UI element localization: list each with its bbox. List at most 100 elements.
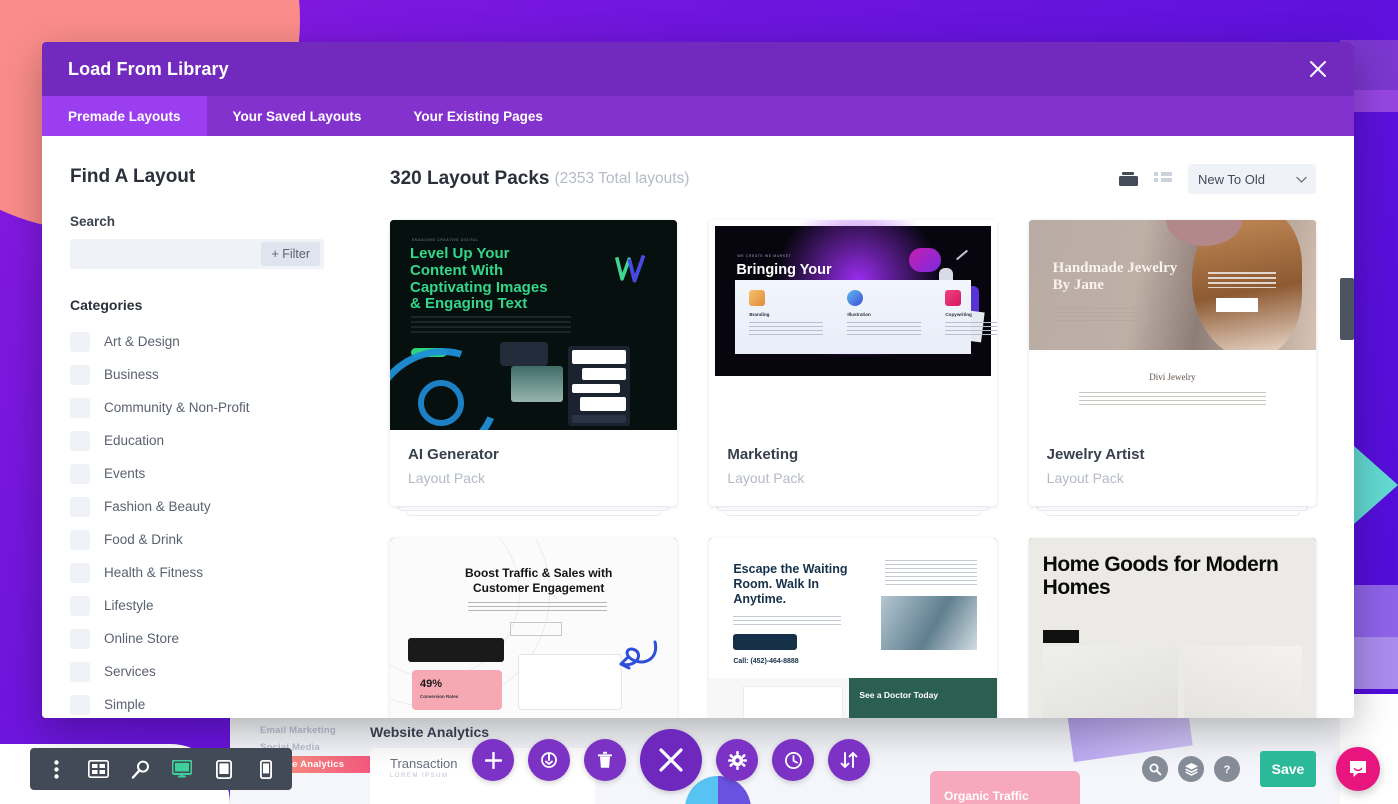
list-view-icon[interactable]: [1154, 172, 1172, 186]
editor-utility-buttons: ? Save: [1142, 747, 1380, 791]
category-checkbox[interactable]: [70, 430, 90, 451]
category-checkbox[interactable]: [70, 529, 90, 550]
sort-icon[interactable]: [828, 739, 870, 781]
layout-pack-card[interactable]: ENGAGING CREATIVE DIGITAL Level Up Your …: [390, 220, 678, 516]
history-icon[interactable]: [772, 739, 814, 781]
layout-pack-card[interactable]: Home Goods for Modern Homes: [1028, 538, 1316, 718]
categories-list: Art & Design Business Community & Non-Pr…: [70, 325, 324, 718]
category-label: Art & Design: [104, 334, 180, 349]
layout-pack-card[interactable]: Handmade Jewelry By Jane Divi Jewelry Je…: [1028, 220, 1316, 516]
save-button[interactable]: Save: [1260, 751, 1316, 787]
phone-view-icon[interactable]: [246, 748, 286, 790]
thumb-feature-body: [749, 322, 824, 338]
tablet-view-icon[interactable]: [204, 748, 244, 790]
category-label: Lifestyle: [104, 598, 154, 613]
thumb-phone: Call: (452)-464-8888: [733, 658, 799, 665]
power-icon[interactable]: [528, 739, 570, 781]
category-checkbox[interactable]: [70, 661, 90, 682]
chat-bubble-icon[interactable]: [1336, 747, 1380, 791]
zoom-out-icon[interactable]: [120, 748, 160, 790]
category-checkbox[interactable]: [70, 331, 90, 352]
layout-pack-card[interactable]: Boost Traffic & Sales with Customer Enga…: [390, 538, 678, 718]
thumb-blurb: [1078, 392, 1266, 408]
category-item[interactable]: Fashion & Beauty: [70, 490, 324, 523]
modal-title: Load From Library: [68, 58, 229, 79]
categories-heading: Categories: [70, 297, 143, 313]
sidebar-heading: Find A Layout: [70, 166, 196, 187]
thumb-kicker: WE CREATE WE MARKET: [737, 254, 792, 258]
layout-pack-card[interactable]: Escape the Waiting Room. Walk In Anytime…: [709, 538, 997, 718]
category-checkbox[interactable]: [70, 628, 90, 649]
trash-icon[interactable]: [584, 739, 626, 781]
results-header: 320 Layout Packs (2353 Total layouts) Ne…: [390, 164, 1316, 194]
layout-pack-card[interactable]: WE CREATE WE MARKET Bringing Your Vision…: [709, 220, 997, 516]
folder-grid-icon[interactable]: [1119, 171, 1138, 187]
card-thumbnail: Boost Traffic & Sales with Customer Enga…: [390, 538, 678, 718]
filter-sidebar: Find A Layout Search + Filter Categories…: [42, 136, 352, 718]
category-label: Business: [104, 367, 159, 382]
category-checkbox[interactable]: [70, 694, 90, 715]
search-field-wrapper: + Filter: [70, 239, 324, 269]
thumb-feature-title: Branding: [749, 312, 770, 317]
category-item[interactable]: Simple: [70, 688, 324, 718]
category-item[interactable]: Food & Drink: [70, 523, 324, 556]
search-icon[interactable]: [1142, 756, 1168, 782]
thumb-cta: [510, 622, 562, 636]
card-meta: Marketing Layout Pack: [709, 430, 996, 506]
category-item[interactable]: Services: [70, 655, 324, 688]
close-icon[interactable]: [640, 729, 702, 791]
close-icon[interactable]: [1306, 57, 1330, 81]
thumb-feature-icon: [945, 290, 962, 306]
thumb-chat-line: [572, 350, 626, 364]
gear-icon[interactable]: [716, 739, 758, 781]
category-item[interactable]: Education: [70, 424, 324, 457]
thumb-shop-button: [1216, 298, 1258, 312]
wireframe-icon[interactable]: [78, 748, 118, 790]
thumb-stat-label: Conversion Rates: [420, 694, 459, 699]
category-item[interactable]: Lifestyle: [70, 589, 324, 622]
category-checkbox[interactable]: [70, 397, 90, 418]
category-label: Fashion & Beauty: [104, 499, 211, 514]
sort-dropdown[interactable]: New To Old: [1188, 164, 1316, 194]
help-icon[interactable]: ?: [1214, 756, 1240, 782]
category-checkbox[interactable]: [70, 562, 90, 583]
tab-premade-layouts[interactable]: Premade Layouts: [42, 96, 207, 136]
category-label: Health & Fitness: [104, 565, 204, 580]
scrollbar-thumb[interactable]: [1340, 278, 1354, 340]
modal-scrollbar[interactable]: [1340, 230, 1354, 718]
results-controls: New To Old: [1119, 164, 1316, 194]
tab-your-saved-layouts[interactable]: Your Saved Layouts: [207, 96, 388, 136]
card-subtitle: Layout Pack: [727, 470, 805, 486]
category-item[interactable]: Business: [70, 358, 324, 391]
category-checkbox[interactable]: [70, 463, 90, 484]
tab-your-existing-pages[interactable]: Your Existing Pages: [387, 96, 569, 136]
category-item[interactable]: Health & Fitness: [70, 556, 324, 589]
category-label: Online Store: [104, 631, 180, 646]
category-checkbox[interactable]: [70, 496, 90, 517]
page-nav-item[interactable]: Email Marketing: [250, 722, 380, 739]
thumb-white-section: [1028, 350, 1316, 430]
more-options-icon[interactable]: [36, 748, 76, 790]
desktop-view-icon[interactable]: [162, 748, 202, 790]
card-thumbnail: Handmade Jewelry By Jane Divi Jewelry: [1028, 220, 1316, 430]
category-checkbox[interactable]: [70, 595, 90, 616]
category-item[interactable]: Online Store: [70, 622, 324, 655]
card-subtitle: Layout Pack: [1046, 470, 1124, 486]
thumb-chat-line: [582, 368, 626, 380]
card-meta: Jewelry Artist Layout Pack: [1029, 430, 1316, 506]
thumb-chat-line: [580, 397, 626, 411]
filter-button[interactable]: + Filter: [261, 242, 320, 266]
thumb-swirl-inner: [418, 380, 464, 426]
card-inner: WE CREATE WE MARKET Bringing Your Vision…: [709, 220, 997, 506]
category-checkbox[interactable]: [70, 364, 90, 385]
thumb-stat-value: 49%: [420, 678, 443, 690]
category-item[interactable]: Art & Design: [70, 325, 324, 358]
layers-icon[interactable]: [1178, 756, 1204, 782]
thumb-heading: Level Up Your Content With Captivating I…: [410, 245, 548, 313]
category-item[interactable]: Events: [70, 457, 324, 490]
modal-body: Find A Layout Search + Filter Categories…: [42, 136, 1354, 718]
category-label: Education: [104, 433, 165, 448]
category-item[interactable]: Community & Non-Profit: [70, 391, 324, 424]
add-icon[interactable]: [472, 739, 514, 781]
category-label: Food & Drink: [104, 532, 183, 547]
